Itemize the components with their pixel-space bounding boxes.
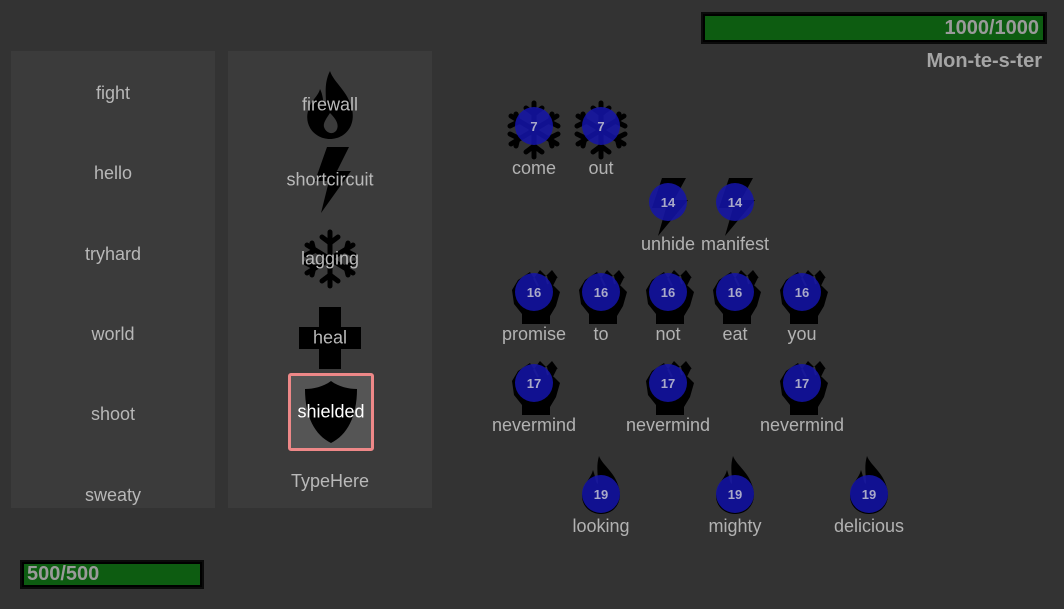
enemy-word-label: mighty [708, 516, 762, 536]
countdown-timer: 19 [582, 475, 620, 513]
countdown-timer: 16 [649, 273, 687, 311]
enemy-word: 19 mighty [690, 454, 780, 540]
countdown-timer: 17 [783, 364, 821, 402]
word-item[interactable]: hello [11, 163, 215, 184]
enemy-word: 14 manifest [690, 176, 780, 262]
enemy-word-label: looking [572, 516, 630, 536]
countdown-timer: 16 [515, 273, 553, 311]
spell-list-panel: firewall shortcircuit lagging heal shiel… [228, 51, 432, 508]
enemy-word: 19 delicious [824, 454, 914, 540]
type-here-input[interactable]: TypeHere [228, 471, 432, 492]
enemy-word: 7 out [556, 100, 646, 186]
countdown-timer: 7 [515, 107, 553, 145]
enemy-word-label: delicious [833, 516, 905, 536]
enemy-word-label: manifest [700, 234, 770, 254]
player-health-text: 500/500 [27, 563, 100, 585]
enemy-word: 17 nevermind [489, 357, 579, 443]
countdown-timer: 7 [582, 107, 620, 145]
word-item[interactable]: sweaty [11, 485, 215, 506]
countdown-timer: 16 [783, 273, 821, 311]
enemy-health-text: 1000/1000 [944, 16, 1039, 39]
enemy-word: 17 nevermind [623, 357, 713, 443]
countdown-timer: 17 [515, 364, 553, 402]
spell-shortcircuit[interactable]: shortcircuit [280, 144, 380, 216]
enemy-health-bar: 1000/1000 [701, 12, 1047, 44]
spell-lagging[interactable]: lagging [280, 223, 380, 295]
player-health-bar: 500/500 [20, 560, 204, 589]
countdown-timer: 16 [582, 273, 620, 311]
word-item[interactable]: shoot [11, 404, 215, 425]
countdown-timer: 16 [716, 273, 754, 311]
enemy-word-label: nevermind [625, 415, 711, 435]
countdown-timer: 19 [716, 475, 754, 513]
enemy-name: Mon-te-s-ter [926, 50, 1042, 72]
word-item[interactable]: world [11, 324, 215, 345]
word-item[interactable]: tryhard [11, 244, 215, 265]
word-item[interactable]: fight [11, 83, 215, 104]
spell-label: heal [312, 327, 348, 348]
spell-firewall[interactable]: firewall [280, 69, 380, 141]
countdown-timer: 14 [649, 183, 687, 221]
countdown-timer: 17 [649, 364, 687, 402]
enemy-word: 17 nevermind [757, 357, 847, 443]
enemy-word-label: you [787, 324, 817, 344]
spell-heal[interactable]: heal [280, 302, 380, 374]
spell-label: lagging [300, 248, 360, 269]
enemy-word: 16 you [757, 266, 847, 352]
countdown-timer: 14 [716, 183, 754, 221]
word-list-panel: fight hello tryhard world shoot sweaty [11, 51, 215, 508]
countdown-timer: 19 [850, 475, 888, 513]
spell-label: shortcircuit [286, 169, 374, 190]
enemy-word-label: nevermind [759, 415, 845, 435]
spell-label: firewall [301, 94, 358, 115]
spell-shielded[interactable]: shielded [288, 373, 374, 451]
enemy-word: 19 looking [556, 454, 646, 540]
spell-label: shielded [297, 401, 365, 422]
enemy-word-label: nevermind [491, 415, 577, 435]
